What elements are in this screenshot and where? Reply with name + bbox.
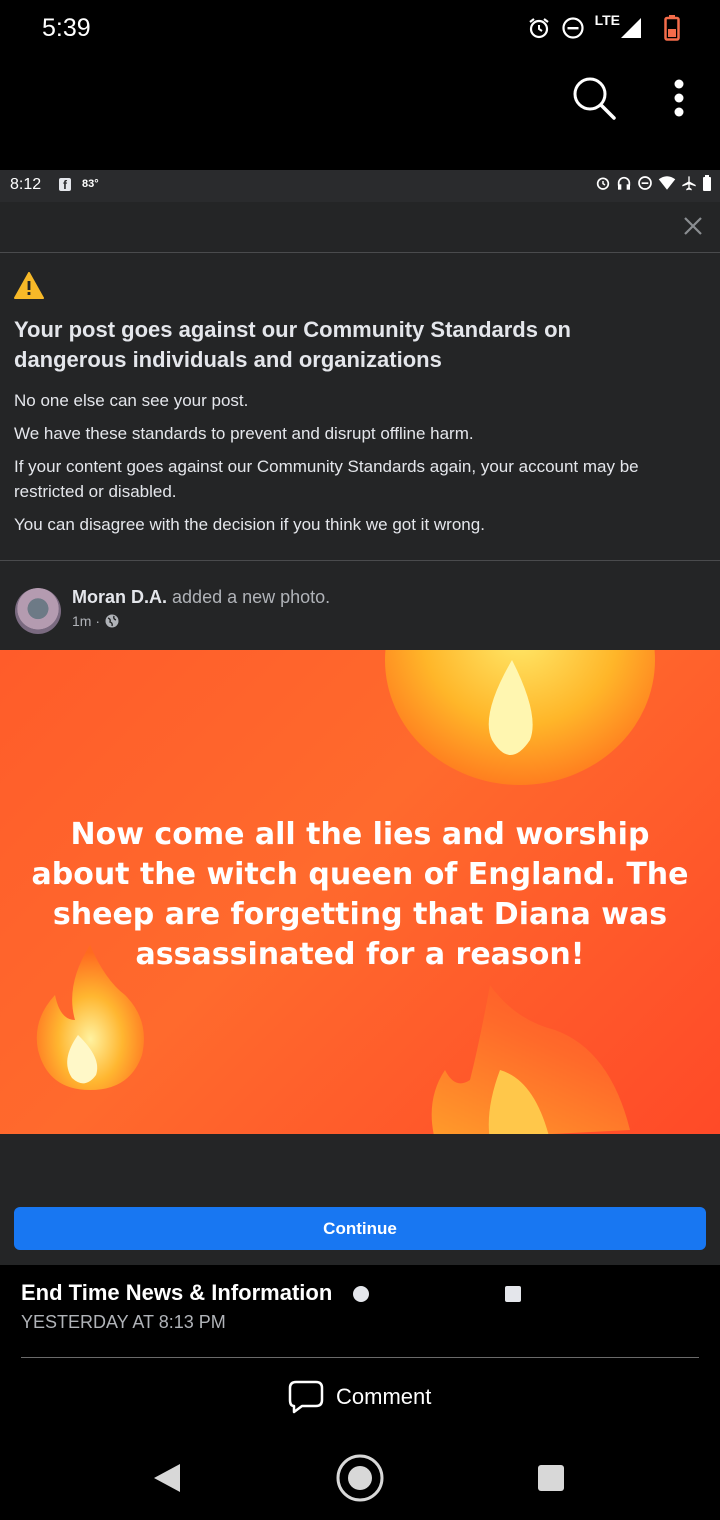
fire-emoji-image bbox=[431, 985, 630, 1134]
globe-icon bbox=[105, 614, 119, 628]
do-not-disturb-icon bbox=[561, 17, 584, 39]
inner-status-bar: 8:12 f 83° bbox=[0, 170, 720, 202]
nav-home-button[interactable] bbox=[334, 1450, 386, 1511]
close-icon bbox=[684, 217, 702, 235]
divider bbox=[0, 560, 720, 561]
status-time: 5:39 bbox=[42, 14, 91, 42]
network-type: LTE bbox=[594, 12, 620, 28]
continue-button[interactable]: Continue bbox=[14, 1207, 706, 1250]
back-icon bbox=[154, 1464, 180, 1492]
notice-line: No one else can see your post. bbox=[14, 391, 249, 410]
avatar[interactable] bbox=[15, 588, 61, 634]
notice-line: If your content goes against our Communi… bbox=[14, 457, 639, 501]
battery-icon bbox=[664, 15, 680, 41]
fire-emoji-image bbox=[36, 945, 144, 1090]
post-meta: 1m · bbox=[72, 613, 119, 629]
overlay-dot-icon bbox=[353, 1286, 369, 1302]
search-button[interactable] bbox=[570, 74, 618, 122]
facebook-notification-icon: f bbox=[59, 178, 71, 192]
more-vert-icon bbox=[674, 79, 684, 117]
shared-timestamp: YESTERDAY AT 8:13 PM bbox=[21, 1312, 226, 1332]
notice-title: Your post goes against our Community Sta… bbox=[14, 317, 571, 372]
post-time[interactable]: 1m · bbox=[72, 613, 100, 629]
close-button[interactable] bbox=[682, 215, 704, 237]
nav-back-button[interactable] bbox=[152, 1450, 182, 1511]
wifi-icon bbox=[658, 176, 676, 190]
post-header: Moran D.A. added a new photo. bbox=[72, 587, 330, 608]
search-icon bbox=[573, 77, 616, 120]
fire-emoji-image bbox=[385, 650, 655, 785]
alarm-icon bbox=[596, 177, 610, 190]
divider bbox=[21, 1357, 699, 1358]
comment-label: Comment bbox=[336, 1384, 432, 1409]
post-author[interactable]: Moran D.A. bbox=[72, 587, 167, 607]
notice-line: We have these standards to prevent and d… bbox=[14, 424, 474, 443]
comment-button[interactable]: Comment bbox=[288, 1380, 431, 1414]
more-options-button[interactable] bbox=[664, 76, 694, 120]
nav-recents-button[interactable] bbox=[536, 1450, 566, 1511]
comment-icon bbox=[288, 1380, 324, 1414]
post-image[interactable]: Now come all the lies and worship about … bbox=[0, 650, 720, 1134]
inner-temperature: 83° bbox=[82, 178, 99, 190]
signal-icon bbox=[621, 18, 641, 38]
inner-status-icons bbox=[595, 175, 712, 191]
inner-status-time: 8:12 bbox=[10, 176, 42, 193]
home-icon bbox=[336, 1454, 384, 1502]
shared-page-name[interactable]: End Time News & Information bbox=[21, 1280, 332, 1306]
recents-icon bbox=[538, 1465, 564, 1491]
overlay-square-icon bbox=[505, 1286, 521, 1302]
notice-line: You can disagree with the decision if yo… bbox=[14, 515, 485, 534]
status-icons: LTE bbox=[527, 12, 680, 44]
outer-status-bar: 5:39 LTE bbox=[0, 0, 720, 60]
airplane-icon bbox=[682, 176, 696, 191]
headphones-icon bbox=[617, 176, 631, 190]
warning-icon bbox=[14, 272, 44, 299]
battery-icon bbox=[703, 175, 711, 191]
do-not-disturb-icon bbox=[638, 176, 652, 190]
alarm-icon bbox=[528, 18, 549, 39]
divider bbox=[0, 252, 720, 253]
post-action: added a new photo. bbox=[172, 587, 331, 607]
embedded-screenshot: 8:12 f 83° Your post goes against our Co… bbox=[0, 170, 720, 1265]
